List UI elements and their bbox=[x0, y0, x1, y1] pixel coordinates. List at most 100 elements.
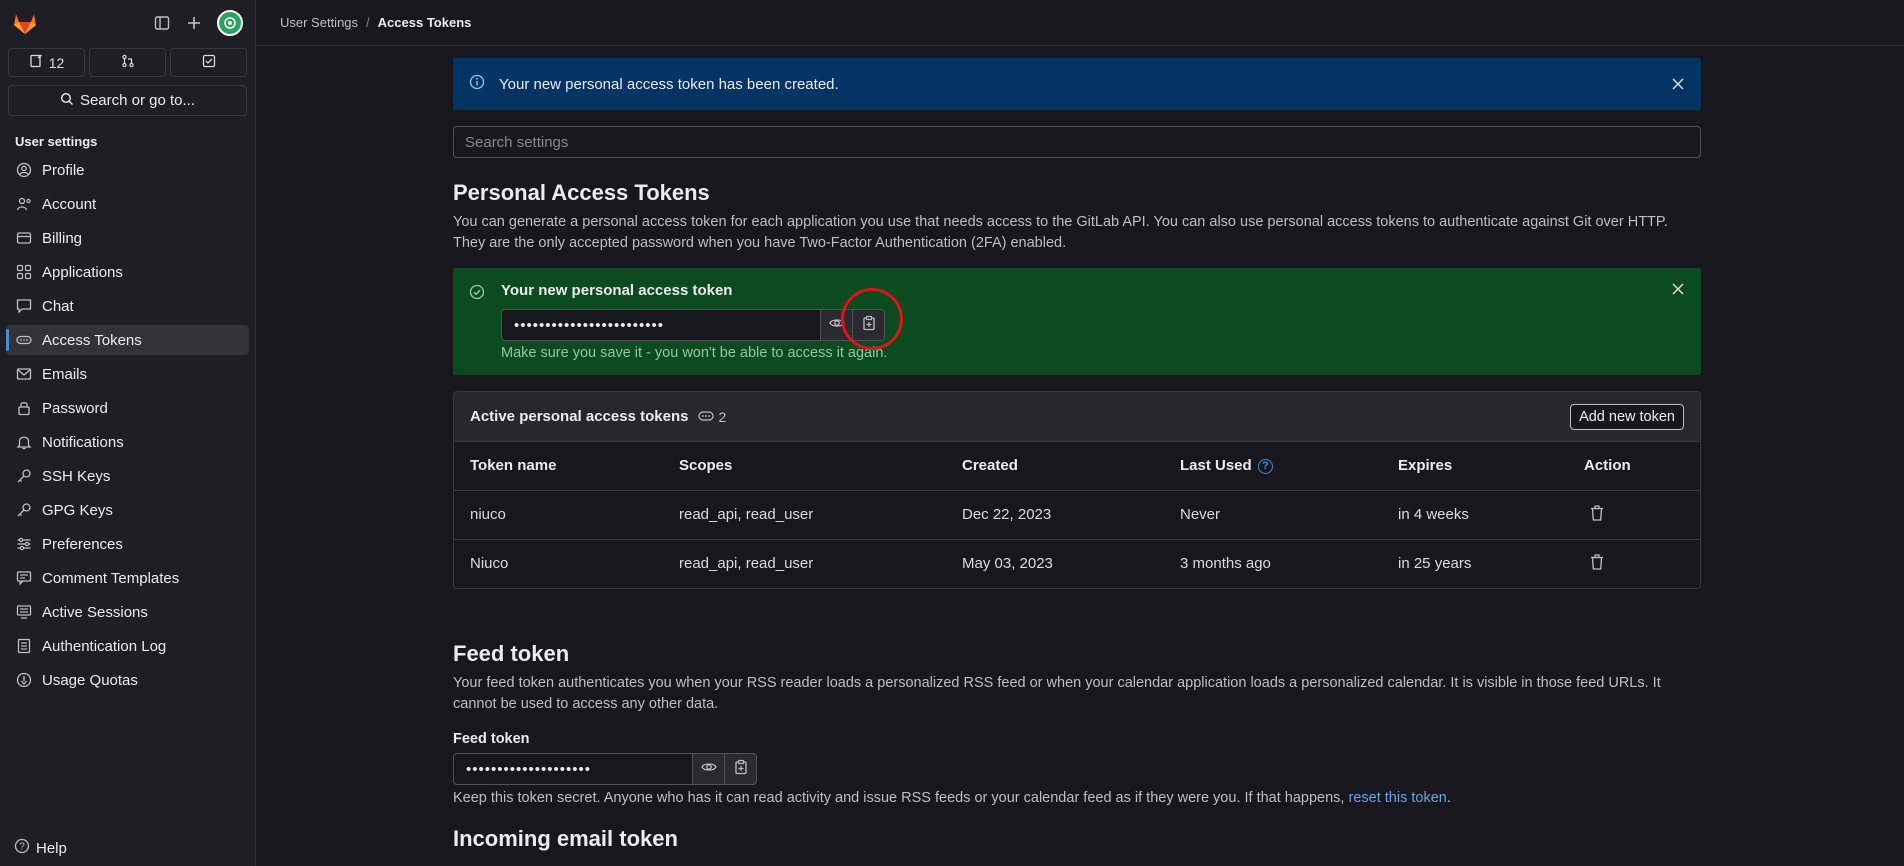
column-action: Action bbox=[1568, 442, 1700, 491]
settings-content: Your new personal access token has been … bbox=[453, 58, 1701, 852]
token-count-badge: 2 bbox=[698, 409, 726, 425]
sidebar-item-label: Chat bbox=[42, 297, 74, 315]
counters: 12 bbox=[0, 48, 255, 77]
new-token-input[interactable]: •••••••••••••••••••••••• bbox=[501, 309, 821, 341]
merge-requests-button[interactable] bbox=[89, 48, 166, 77]
quota-icon bbox=[16, 672, 32, 688]
sidebar-item-label: Billing bbox=[42, 229, 83, 247]
sidebar-item-label: Usage Quotas bbox=[42, 671, 138, 689]
comment-icon bbox=[16, 570, 32, 586]
issues-counter-button[interactable]: 12 bbox=[8, 48, 85, 77]
highlight-circle bbox=[841, 288, 903, 350]
feed-help-text: Keep this token secret. Anyone who has i… bbox=[453, 790, 1345, 806]
sidebar-toggle-icon[interactable] bbox=[153, 14, 171, 32]
close-icon[interactable] bbox=[1671, 282, 1685, 301]
breadcrumb-access-tokens[interactable]: Access Tokens bbox=[378, 15, 472, 30]
sidebar-item-password[interactable]: Password bbox=[6, 393, 249, 423]
sidebar-item-label: Emails bbox=[42, 365, 88, 383]
sidebar-item-emails[interactable]: Emails bbox=[6, 359, 249, 389]
incoming-email-token-title: Incoming email token bbox=[453, 826, 678, 851]
sidebar-item-usage-quotas[interactable]: Usage Quotas bbox=[6, 665, 249, 695]
feed-token-description: Your feed token authenticates you when y… bbox=[453, 673, 1701, 715]
trash-icon bbox=[1590, 554, 1604, 574]
key-icon bbox=[16, 468, 32, 484]
sidebar-item-account[interactable]: Account bbox=[6, 189, 249, 219]
sidebar-item-authentication-log[interactable]: Authentication Log bbox=[6, 631, 249, 661]
sidebar-section-title: User settings bbox=[15, 134, 98, 149]
sidebar-item-gpg-keys[interactable]: GPG Keys bbox=[6, 495, 249, 525]
feed-token-field: •••••••••••••••••••• bbox=[453, 753, 1701, 785]
new-token-alert: Your new personal access token •••••••••… bbox=[453, 268, 1701, 375]
plus-icon[interactable] bbox=[185, 14, 203, 32]
main-content: User Settings / Access Tokens Your new p… bbox=[256, 0, 1904, 866]
trash-icon bbox=[1590, 504, 1604, 525]
sidebar-item-notifications[interactable]: Notifications bbox=[6, 427, 249, 457]
sidebar-item-preferences[interactable]: Preferences bbox=[6, 529, 249, 559]
feed-token-input[interactable]: •••••••••••••••••••• bbox=[453, 753, 693, 785]
feed-help-end: . bbox=[1446, 790, 1451, 806]
sidebar-item-ssh-keys[interactable]: SSH Keys bbox=[6, 461, 249, 491]
billing-icon bbox=[16, 230, 32, 246]
sidebar-item-billing[interactable]: Billing bbox=[6, 223, 249, 253]
sidebar-item-label: Password bbox=[42, 399, 108, 417]
account-icon bbox=[16, 196, 32, 212]
log-icon bbox=[16, 638, 32, 654]
sidebar-item-applications[interactable]: Applications bbox=[6, 257, 249, 287]
sidebar-item-label: Notifications bbox=[42, 433, 124, 451]
revoke-token-button[interactable] bbox=[1568, 539, 1700, 588]
app: 12 Search or go to... User settings Prof… bbox=[0, 0, 1904, 866]
sidebar-item-label: Profile bbox=[42, 161, 85, 179]
add-new-token-button[interactable]: Add new token bbox=[1570, 403, 1684, 430]
column-token-name: Token name bbox=[454, 442, 663, 491]
column-created: Created bbox=[946, 442, 1164, 491]
sidebar-item-access-tokens[interactable]: Access Tokens bbox=[6, 325, 249, 355]
sidebar-item-profile[interactable]: Profile bbox=[6, 155, 249, 185]
reset-token-link[interactable]: reset this token bbox=[1349, 790, 1447, 806]
issues-icon bbox=[29, 54, 43, 71]
mail-icon bbox=[16, 366, 32, 382]
sidebar-item-chat[interactable]: Chat bbox=[6, 291, 249, 321]
sidebar-top bbox=[0, 0, 255, 46]
breadcrumb-user-settings[interactable]: User Settings bbox=[280, 15, 358, 30]
pat-description-line-1: You can generate a personal access token… bbox=[453, 214, 1668, 230]
revoke-token-button[interactable] bbox=[1568, 490, 1700, 540]
token-name: niuco bbox=[454, 490, 663, 540]
sidebar-item-label: Account bbox=[42, 195, 97, 213]
svg-text:?: ? bbox=[19, 842, 25, 853]
avatar[interactable] bbox=[217, 10, 243, 36]
help-label: Help bbox=[36, 839, 67, 857]
question-icon[interactable]: ? bbox=[1257, 458, 1273, 474]
token-icon bbox=[16, 332, 32, 348]
search-settings-input[interactable]: Search settings bbox=[453, 126, 1701, 158]
sidebar-item-active-sessions[interactable]: Active Sessions bbox=[6, 597, 249, 627]
info-icon bbox=[469, 74, 485, 94]
bell-icon bbox=[16, 434, 32, 450]
breadcrumb: User Settings / Access Tokens bbox=[256, 0, 1904, 46]
reveal-feed-token-button[interactable] bbox=[693, 753, 725, 785]
feed-token-label: Feed token bbox=[453, 731, 530, 747]
sidebar-item-comment-templates[interactable]: Comment Templates bbox=[6, 563, 249, 593]
sidebar-item-label: SSH Keys bbox=[42, 467, 111, 485]
sidebar-item-label: Access Tokens bbox=[42, 331, 142, 349]
todo-button[interactable] bbox=[170, 48, 247, 77]
token-name: Niuco bbox=[454, 539, 663, 588]
active-tokens-header: Active personal access tokens 2 Add new … bbox=[454, 392, 1700, 442]
help-button[interactable]: ? Help bbox=[14, 838, 67, 858]
search-or-go-button[interactable]: Search or go to... bbox=[8, 85, 247, 116]
sidebar-item-label: Applications bbox=[42, 263, 123, 281]
issues-count: 12 bbox=[48, 54, 65, 71]
column-expires: Expires bbox=[1382, 442, 1568, 491]
token-expires: in 4 weeks bbox=[1382, 490, 1568, 540]
check-circle-icon bbox=[469, 284, 485, 305]
applications-icon bbox=[16, 264, 32, 280]
feed-description-line-2: cannot be used to access any other data. bbox=[453, 696, 719, 712]
copy-feed-token-button[interactable] bbox=[725, 753, 757, 785]
close-icon[interactable] bbox=[1671, 77, 1685, 91]
feed-token-help: Keep this token secret. Anyone who has i… bbox=[453, 790, 1701, 806]
token-scopes: read_api, read_user bbox=[663, 490, 946, 540]
sidebar-item-label: Comment Templates bbox=[42, 569, 180, 587]
gitlab-logo-icon[interactable] bbox=[12, 10, 38, 36]
tokens-table: Token name Scopes Created Last Used ? Ex… bbox=[454, 442, 1700, 588]
feed-token-title: Feed token bbox=[453, 641, 570, 666]
lock-icon bbox=[16, 400, 32, 416]
